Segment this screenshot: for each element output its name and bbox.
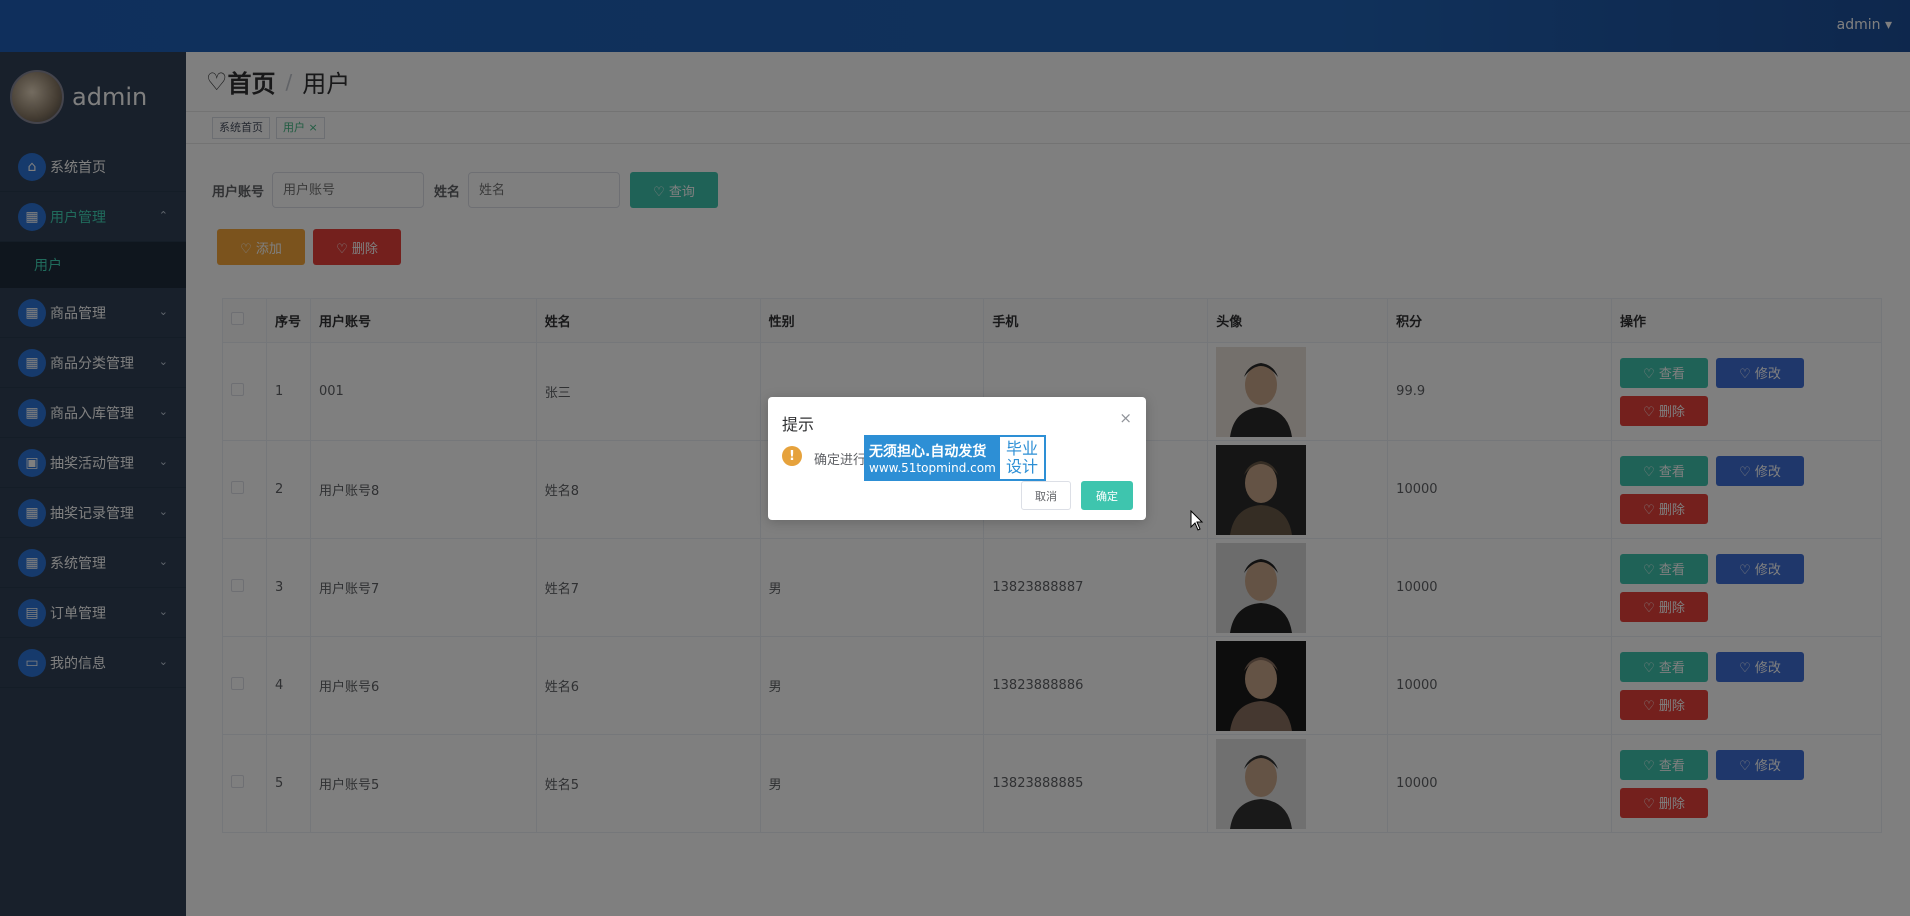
warning-icon: ! xyxy=(782,446,802,466)
dialog-title: 提示 xyxy=(782,415,815,434)
watermark-right2: 设计 xyxy=(1005,457,1038,476)
cancel-button[interactable]: 取消 xyxy=(1021,481,1071,510)
watermark-right: 毕业 设计 xyxy=(1000,437,1044,479)
watermark-logo: 无须担心.自动发货 www.51topmind.com 毕业 设计 xyxy=(864,435,1046,481)
mouse-cursor-icon xyxy=(1190,510,1204,531)
watermark-line2: www.51topmind.com xyxy=(869,461,996,475)
watermark-left: 无须担心.自动发货 www.51topmind.com xyxy=(866,437,1000,479)
close-icon[interactable]: × xyxy=(1119,409,1132,427)
confirm-button[interactable]: 确定 xyxy=(1081,481,1133,510)
dialog-message: 确定进行 xyxy=(814,453,867,468)
watermark-line1: 无须担心.自动发货 xyxy=(869,444,987,460)
watermark-right1: 毕业 xyxy=(1005,439,1038,458)
